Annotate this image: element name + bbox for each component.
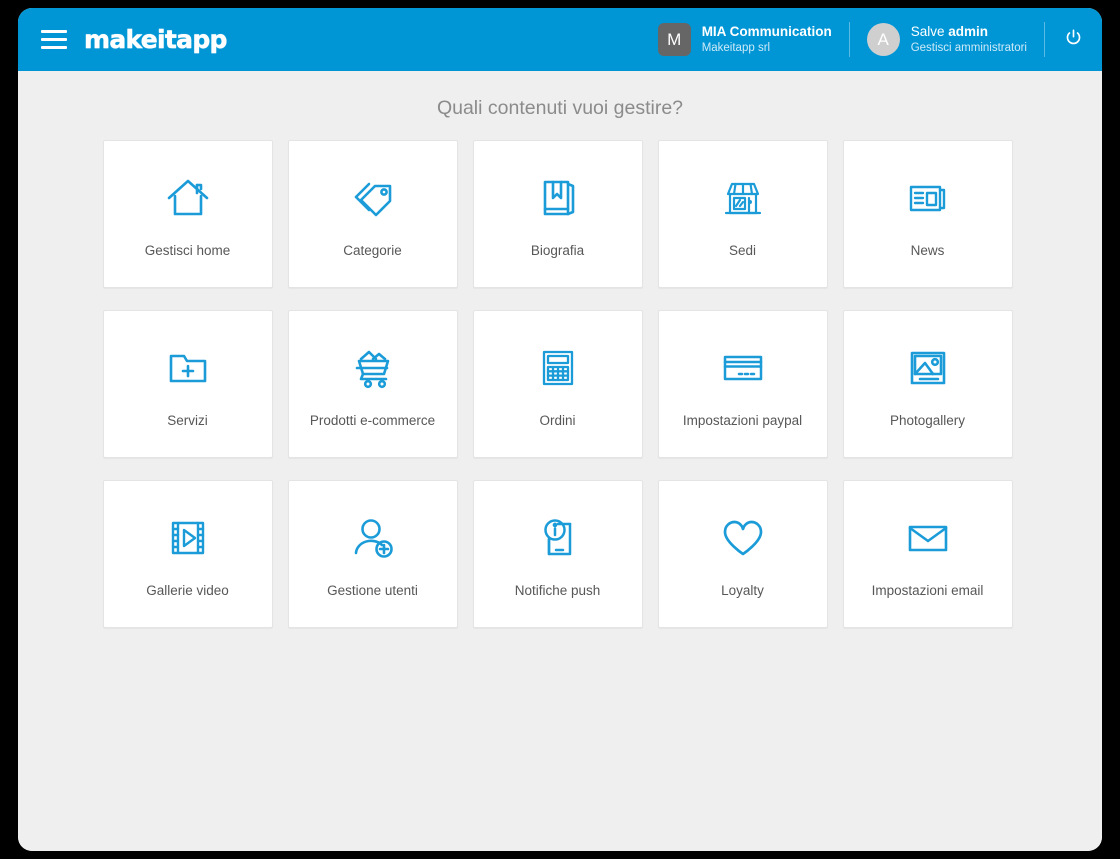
credit-card-icon (717, 339, 769, 397)
main-content: Quali contenuti vuoi gestire? Gestisci h… (18, 71, 1102, 851)
tile-gestione-utenti[interactable]: Gestione utenti (287, 480, 458, 628)
company-subtitle: Makeitapp srl (701, 41, 771, 54)
app-window: makeitapp M MIA Communication Makeitapp … (18, 8, 1102, 851)
tile-label: Photogallery (889, 412, 966, 428)
user-plus-icon (347, 509, 399, 567)
heart-icon (717, 509, 769, 567)
tile-label: Loyalty (721, 582, 764, 598)
tile-biografia[interactable]: Biografia (472, 140, 643, 288)
logout-button[interactable] (1045, 8, 1102, 71)
tile-impostazioni-paypal[interactable]: Impostazioni paypal (657, 310, 828, 458)
greeting-username: admin (948, 23, 988, 39)
film-play-icon (162, 509, 214, 567)
image-icon (902, 339, 954, 397)
calculator-icon (532, 339, 584, 397)
tile-label: Gestisci home (144, 242, 231, 258)
makeitapp-logo[interactable]: makeitapp (84, 25, 228, 54)
tile-news[interactable]: News (842, 140, 1013, 288)
envelope-icon (902, 509, 954, 567)
tile-label: Impostazioni paypal (682, 412, 803, 428)
tile-label: Biografia (530, 242, 585, 258)
tile-label: News (910, 242, 945, 258)
greeting-prefix: Salve (910, 23, 949, 39)
book-icon (532, 169, 584, 227)
user-text: Salve admin Gestisci amministratori (911, 24, 1027, 55)
user-avatar: A (866, 23, 900, 56)
storefront-icon (717, 169, 769, 227)
tile-label: Sedi (728, 242, 757, 258)
tile-categorie[interactable]: Categorie (287, 140, 458, 288)
tile-servizi[interactable]: Servizi (102, 310, 273, 458)
header-right-section: M MIA Communication Makeitapp srl A Salv… (641, 8, 1102, 71)
manage-admins-link[interactable]: Gestisci amministratori (911, 41, 1027, 55)
tile-label: Impostazioni email (871, 582, 984, 598)
content-tiles-grid: Gestisci home Categorie Biografia Sedi N… (102, 140, 1018, 628)
shopping-cart-icon (347, 339, 399, 397)
tags-icon (347, 169, 399, 227)
user-greeting: Salve admin (911, 24, 1027, 41)
company-text: MIA Communication Makeitapp srl (702, 24, 832, 55)
company-account-block[interactable]: M MIA Communication Makeitapp srl (641, 8, 849, 71)
tile-photogallery[interactable]: Photogallery (842, 310, 1013, 458)
tile-label: Categorie (343, 242, 402, 258)
company-avatar: M (657, 23, 691, 56)
tile-label: Gestione utenti (327, 582, 418, 598)
tile-label: Servizi (167, 412, 208, 428)
tile-gallerie-video[interactable]: Gallerie video (102, 480, 273, 628)
house-icon (162, 169, 214, 227)
hamburger-menu-icon[interactable] (41, 30, 67, 49)
tile-prodotti-ecommerce[interactable]: Prodotti e-commerce (287, 310, 458, 458)
tile-label: Ordini (539, 412, 576, 428)
phone-info-icon (532, 509, 584, 567)
folder-plus-icon (162, 339, 214, 397)
company-name: MIA Communication (701, 23, 832, 39)
user-account-block[interactable]: A Salve admin Gestisci amministratori (850, 8, 1044, 71)
top-header-bar: makeitapp M MIA Communication Makeitapp … (18, 8, 1102, 71)
tile-impostazioni-email[interactable]: Impostazioni email (842, 480, 1013, 628)
tile-label: Prodotti e-commerce (309, 412, 436, 428)
tile-gestisci-home[interactable]: Gestisci home (102, 140, 273, 288)
tile-label: Notifiche push (514, 582, 601, 598)
page-title: Quali contenuti vuoi gestire? (436, 97, 684, 119)
power-icon (1064, 28, 1083, 52)
tile-loyalty[interactable]: Loyalty (657, 480, 828, 628)
newspaper-icon (902, 169, 954, 227)
tile-notifiche-push[interactable]: Notifiche push (472, 480, 643, 628)
tile-ordini[interactable]: Ordini (472, 310, 643, 458)
tile-sedi[interactable]: Sedi (657, 140, 828, 288)
tile-label: Gallerie video (146, 582, 229, 598)
